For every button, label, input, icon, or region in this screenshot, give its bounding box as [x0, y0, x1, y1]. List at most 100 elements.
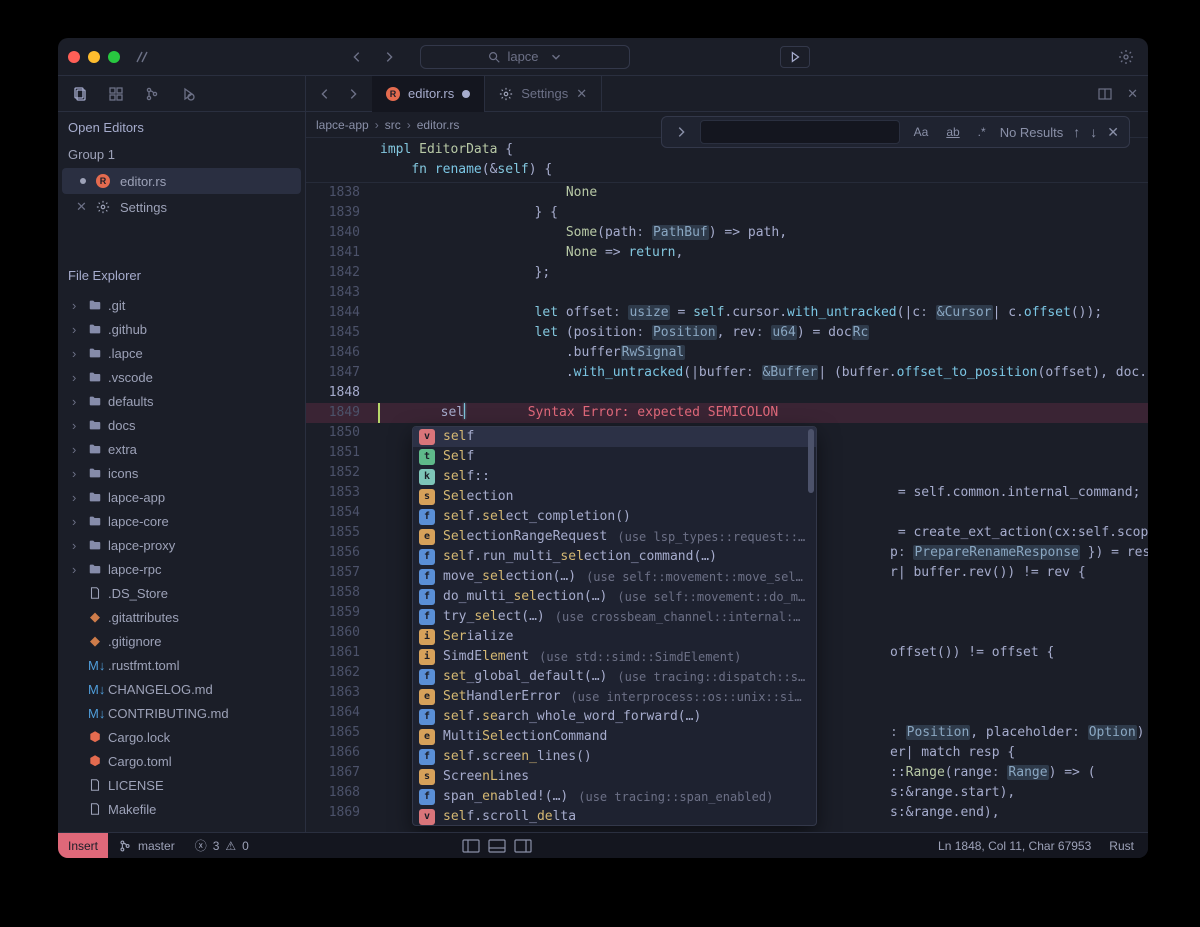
panel-right-toggle[interactable]: [514, 839, 532, 853]
autocomplete-item[interactable]: eSelectionRangeRequest(use lsp_types::re…: [413, 527, 816, 547]
file-item[interactable]: ⬢Cargo.lock: [62, 725, 301, 749]
autocomplete-item[interactable]: ftry_select(…)(use crossbeam_channel::in…: [413, 607, 816, 627]
autocomplete-item[interactable]: fmove_selection(…)(use self::movement::m…: [413, 567, 816, 587]
scrollbar-thumb[interactable]: [808, 429, 814, 493]
file-item[interactable]: LICENSE: [62, 773, 301, 797]
nav-forward-button[interactable]: [382, 50, 396, 64]
code-line[interactable]: 1846 .bufferRwSignal: [306, 343, 1148, 363]
split-editor-button[interactable]: [1097, 86, 1113, 102]
autocomplete-item[interactable]: fself.run_multi_selection_command(…): [413, 547, 816, 567]
autocomplete-popup[interactable]: vselftSelfkself::sSelectionfself.select_…: [412, 426, 817, 826]
close-icon[interactable]: ✕: [76, 199, 86, 215]
file-item[interactable]: Makefile: [62, 797, 301, 821]
code-line[interactable]: 1842 };: [306, 263, 1148, 283]
expand-replace-button[interactable]: [672, 120, 690, 144]
find-next-button[interactable]: ↓: [1090, 124, 1097, 140]
folder-item[interactable]: › icons: [62, 461, 301, 485]
autocomplete-item[interactable]: eMultiSelectionCommand: [413, 727, 816, 747]
regex-toggle[interactable]: .*: [974, 123, 990, 141]
find-prev-button[interactable]: ↑: [1073, 124, 1080, 140]
tab-settings[interactable]: Settings ✕: [485, 76, 602, 112]
tabs-scroll-right[interactable]: [346, 87, 360, 101]
folder-item[interactable]: › lapce-app: [62, 485, 301, 509]
command-icon[interactable]: [134, 49, 150, 65]
code-line[interactable]: 1847 .with_untracked(|buffer: &Buffer| (…: [306, 363, 1148, 383]
autocomplete-item[interactable]: sScreenLines: [413, 767, 816, 787]
file-item[interactable]: ◆.gitattributes: [62, 605, 301, 629]
autocomplete-item[interactable]: fdo_multi_selection(…)(use self::movemen…: [413, 587, 816, 607]
code-line[interactable]: 1845 let (position: Position, rev: u64) …: [306, 323, 1148, 343]
autocomplete-item[interactable]: eSetHandlerError(use interprocess::os::u…: [413, 687, 816, 707]
autocomplete-item[interactable]: fself.search_whole_word_forward(…): [413, 707, 816, 727]
autocomplete-item[interactable]: vself: [413, 427, 816, 447]
tab-close-button[interactable]: ✕: [576, 86, 587, 102]
explorer-tab-button[interactable]: [72, 86, 88, 102]
close-window-button[interactable]: [68, 51, 80, 63]
open-editor-item[interactable]: R editor.rs: [62, 168, 301, 194]
autocomplete-item[interactable]: tSelf: [413, 447, 816, 467]
git-branch[interactable]: master: [108, 839, 185, 853]
match-case-toggle[interactable]: Aa: [910, 123, 933, 141]
nav-back-button[interactable]: [350, 50, 364, 64]
tab-editor-rs[interactable]: R editor.rs: [372, 76, 485, 112]
maximize-window-button[interactable]: [108, 51, 120, 63]
file-item[interactable]: ◆.gitignore: [62, 629, 301, 653]
autocomplete-item[interactable]: kself::: [413, 467, 816, 487]
folder-item[interactable]: › .git: [62, 293, 301, 317]
folder-item[interactable]: › defaults: [62, 389, 301, 413]
autocomplete-item[interactable]: fspan_enabled!(…)(use tracing::span_enab…: [413, 787, 816, 807]
folder-item[interactable]: › lapce-core: [62, 509, 301, 533]
breadcrumb-segment[interactable]: editor.rs: [417, 118, 460, 132]
code-line[interactable]: 1843: [306, 283, 1148, 303]
find-input[interactable]: [700, 120, 900, 144]
folder-item[interactable]: › lapce-proxy: [62, 533, 301, 557]
cursor-position[interactable]: Ln 1848, Col 11, Char 67953: [938, 839, 1091, 853]
folder-item[interactable]: › .vscode: [62, 365, 301, 389]
code-line[interactable]: 1849 sel Syntax Error: expected SEMICOLO…: [306, 403, 1148, 423]
file-item[interactable]: ⬢Cargo.toml: [62, 749, 301, 773]
open-editor-item[interactable]: ✕ Settings: [58, 194, 305, 220]
command-palette[interactable]: lapce: [420, 45, 630, 69]
autocomplete-item[interactable]: iSimdElement(use std::simd::SimdElement): [413, 647, 816, 667]
code-line[interactable]: 1844 let offset: usize = self.cursor.wit…: [306, 303, 1148, 323]
breadcrumb-segment[interactable]: src: [385, 118, 401, 132]
breadcrumb-segment[interactable]: lapce-app: [316, 118, 369, 132]
code-line[interactable]: 1838 None: [306, 183, 1148, 203]
autocomplete-item[interactable]: fset_global_default(…)(use tracing::disp…: [413, 667, 816, 687]
close-all-button[interactable]: ✕: [1127, 86, 1138, 102]
panel-bottom-toggle[interactable]: [488, 839, 506, 853]
folder-item[interactable]: › .lapce: [62, 341, 301, 365]
debug-tab-button[interactable]: [180, 86, 196, 102]
minimize-window-button[interactable]: [88, 51, 100, 63]
code-line[interactable]: 1839 } {: [306, 203, 1148, 223]
diagnostics[interactable]: ⓧ 3 ⚠ 0: [185, 837, 259, 854]
autocomplete-item[interactable]: sSelection: [413, 487, 816, 507]
scm-tab-button[interactable]: [144, 86, 160, 102]
find-close-button[interactable]: ✕: [1107, 124, 1119, 141]
autocomplete-item[interactable]: iSerialize: [413, 627, 816, 647]
code-line[interactable]: 1840 Some(path: PathBuf) => path,: [306, 223, 1148, 243]
file-item[interactable]: M↓CHANGELOG.md: [62, 677, 301, 701]
autocomplete-item[interactable]: vself.scroll_delta: [413, 807, 816, 826]
code-area[interactable]: vselftSelfkself::sSelectionfself.select_…: [306, 183, 1148, 832]
whole-word-toggle[interactable]: ab: [942, 123, 963, 141]
autocomplete-item[interactable]: fself.select_completion(): [413, 507, 816, 527]
folder-item[interactable]: › .github: [62, 317, 301, 341]
completion-kind-icon: v: [419, 809, 435, 825]
autocomplete-item[interactable]: fself.screen_lines(): [413, 747, 816, 767]
file-item[interactable]: .DS_Store: [62, 581, 301, 605]
folder-item[interactable]: › docs: [62, 413, 301, 437]
folder-item[interactable]: › lapce-rpc: [62, 557, 301, 581]
code-line[interactable]: 1841 None => return,: [306, 243, 1148, 263]
file-item[interactable]: M↓.rustfmt.toml: [62, 653, 301, 677]
folder-item[interactable]: › extra: [62, 437, 301, 461]
panel-left-toggle[interactable]: [462, 839, 480, 853]
code-line[interactable]: 1848: [306, 383, 1148, 403]
settings-button[interactable]: [1118, 49, 1134, 65]
plugins-tab-button[interactable]: [108, 86, 124, 102]
file-tree[interactable]: › .git› .github› .lapce› .vscode› defaul…: [58, 289, 305, 832]
run-button[interactable]: [780, 46, 810, 68]
tabs-scroll-left[interactable]: [318, 87, 332, 101]
file-item[interactable]: M↓CONTRIBUTING.md: [62, 701, 301, 725]
language-mode[interactable]: Rust: [1109, 839, 1134, 853]
